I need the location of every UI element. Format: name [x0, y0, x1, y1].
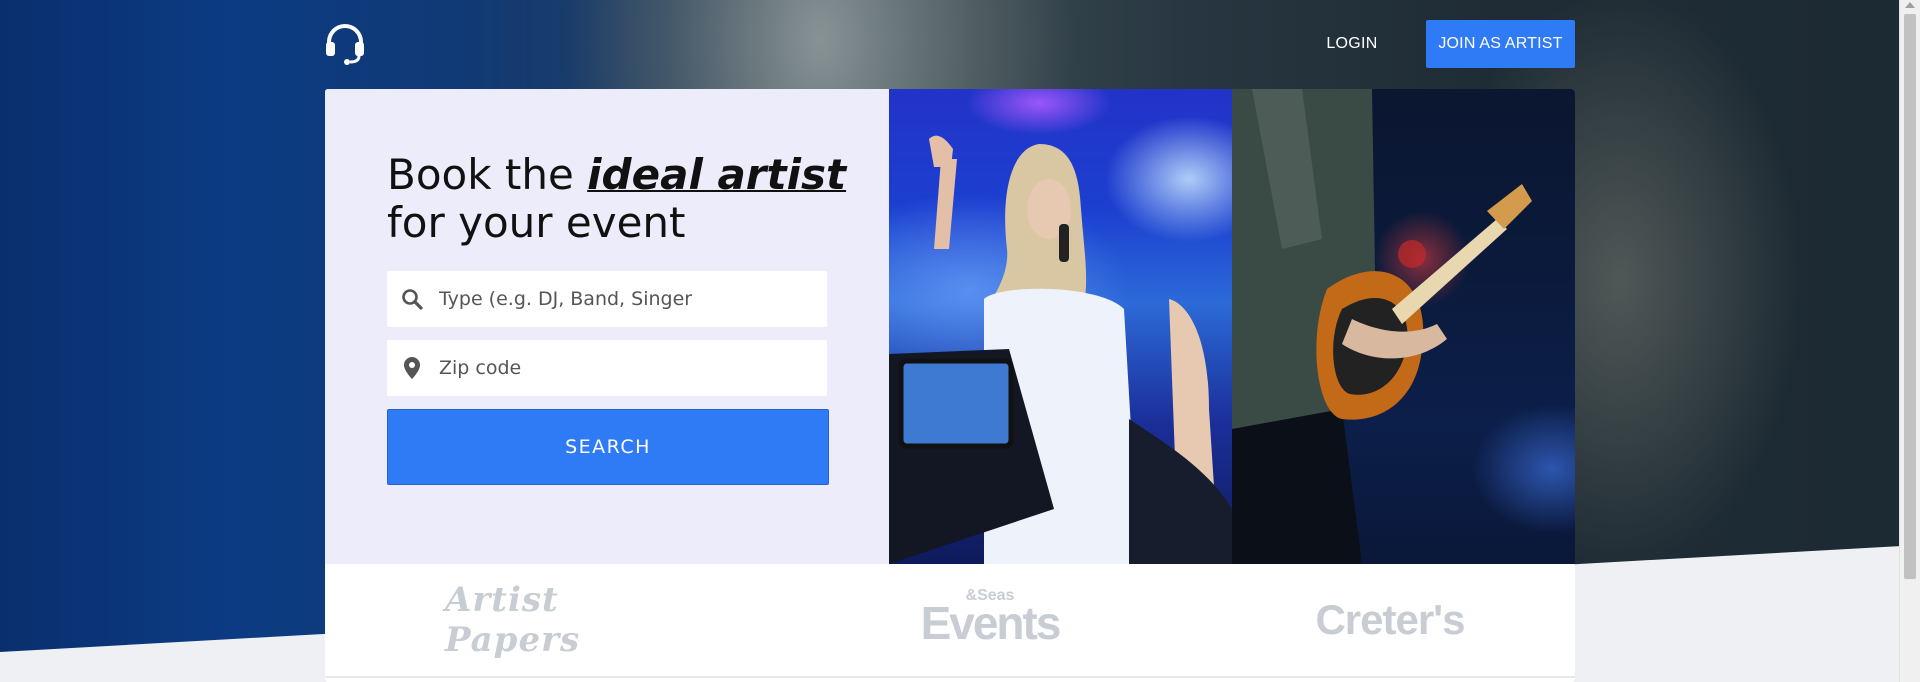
- scroll-up-icon[interactable]: [1905, 2, 1915, 8]
- search-panel: Book the ideal artistfor your event SEAR…: [325, 89, 889, 564]
- headset-icon[interactable]: [322, 21, 368, 67]
- headline-prefix: Book the: [387, 150, 588, 199]
- singer-photo: [889, 89, 1232, 564]
- partner-logos: Artist Papers &Seas Events Creter's: [325, 564, 1575, 678]
- zip-field[interactable]: [387, 339, 827, 397]
- search-button[interactable]: SEARCH: [387, 409, 829, 485]
- scrollbar[interactable]: [1899, 0, 1920, 682]
- type-input[interactable]: [437, 270, 827, 328]
- join-as-artist-button[interactable]: JOIN AS ARTIST: [1426, 20, 1575, 68]
- partner-logo: &Seas Events: [915, 564, 1065, 676]
- search-icon: [387, 271, 437, 327]
- partner-logo: Creter's: [1315, 596, 1465, 643]
- scrollbar-thumb[interactable]: [1904, 14, 1916, 579]
- headline-emphasis: ideal artist: [587, 150, 847, 199]
- hero-card: Book the ideal artistfor your event SEAR…: [325, 89, 1575, 682]
- zip-input[interactable]: [437, 339, 827, 397]
- location-pin-icon: [387, 340, 437, 396]
- partner-logo: Artist Papers: [445, 580, 581, 660]
- login-link[interactable]: LOGIN: [1316, 20, 1388, 68]
- headline-suffix: for your event: [387, 198, 686, 247]
- type-field[interactable]: [387, 270, 827, 328]
- page-title: Book the ideal artist for your event: [387, 151, 867, 247]
- partner-logo-name: Events: [920, 597, 1062, 649]
- guitarist-photo: [1232, 89, 1575, 564]
